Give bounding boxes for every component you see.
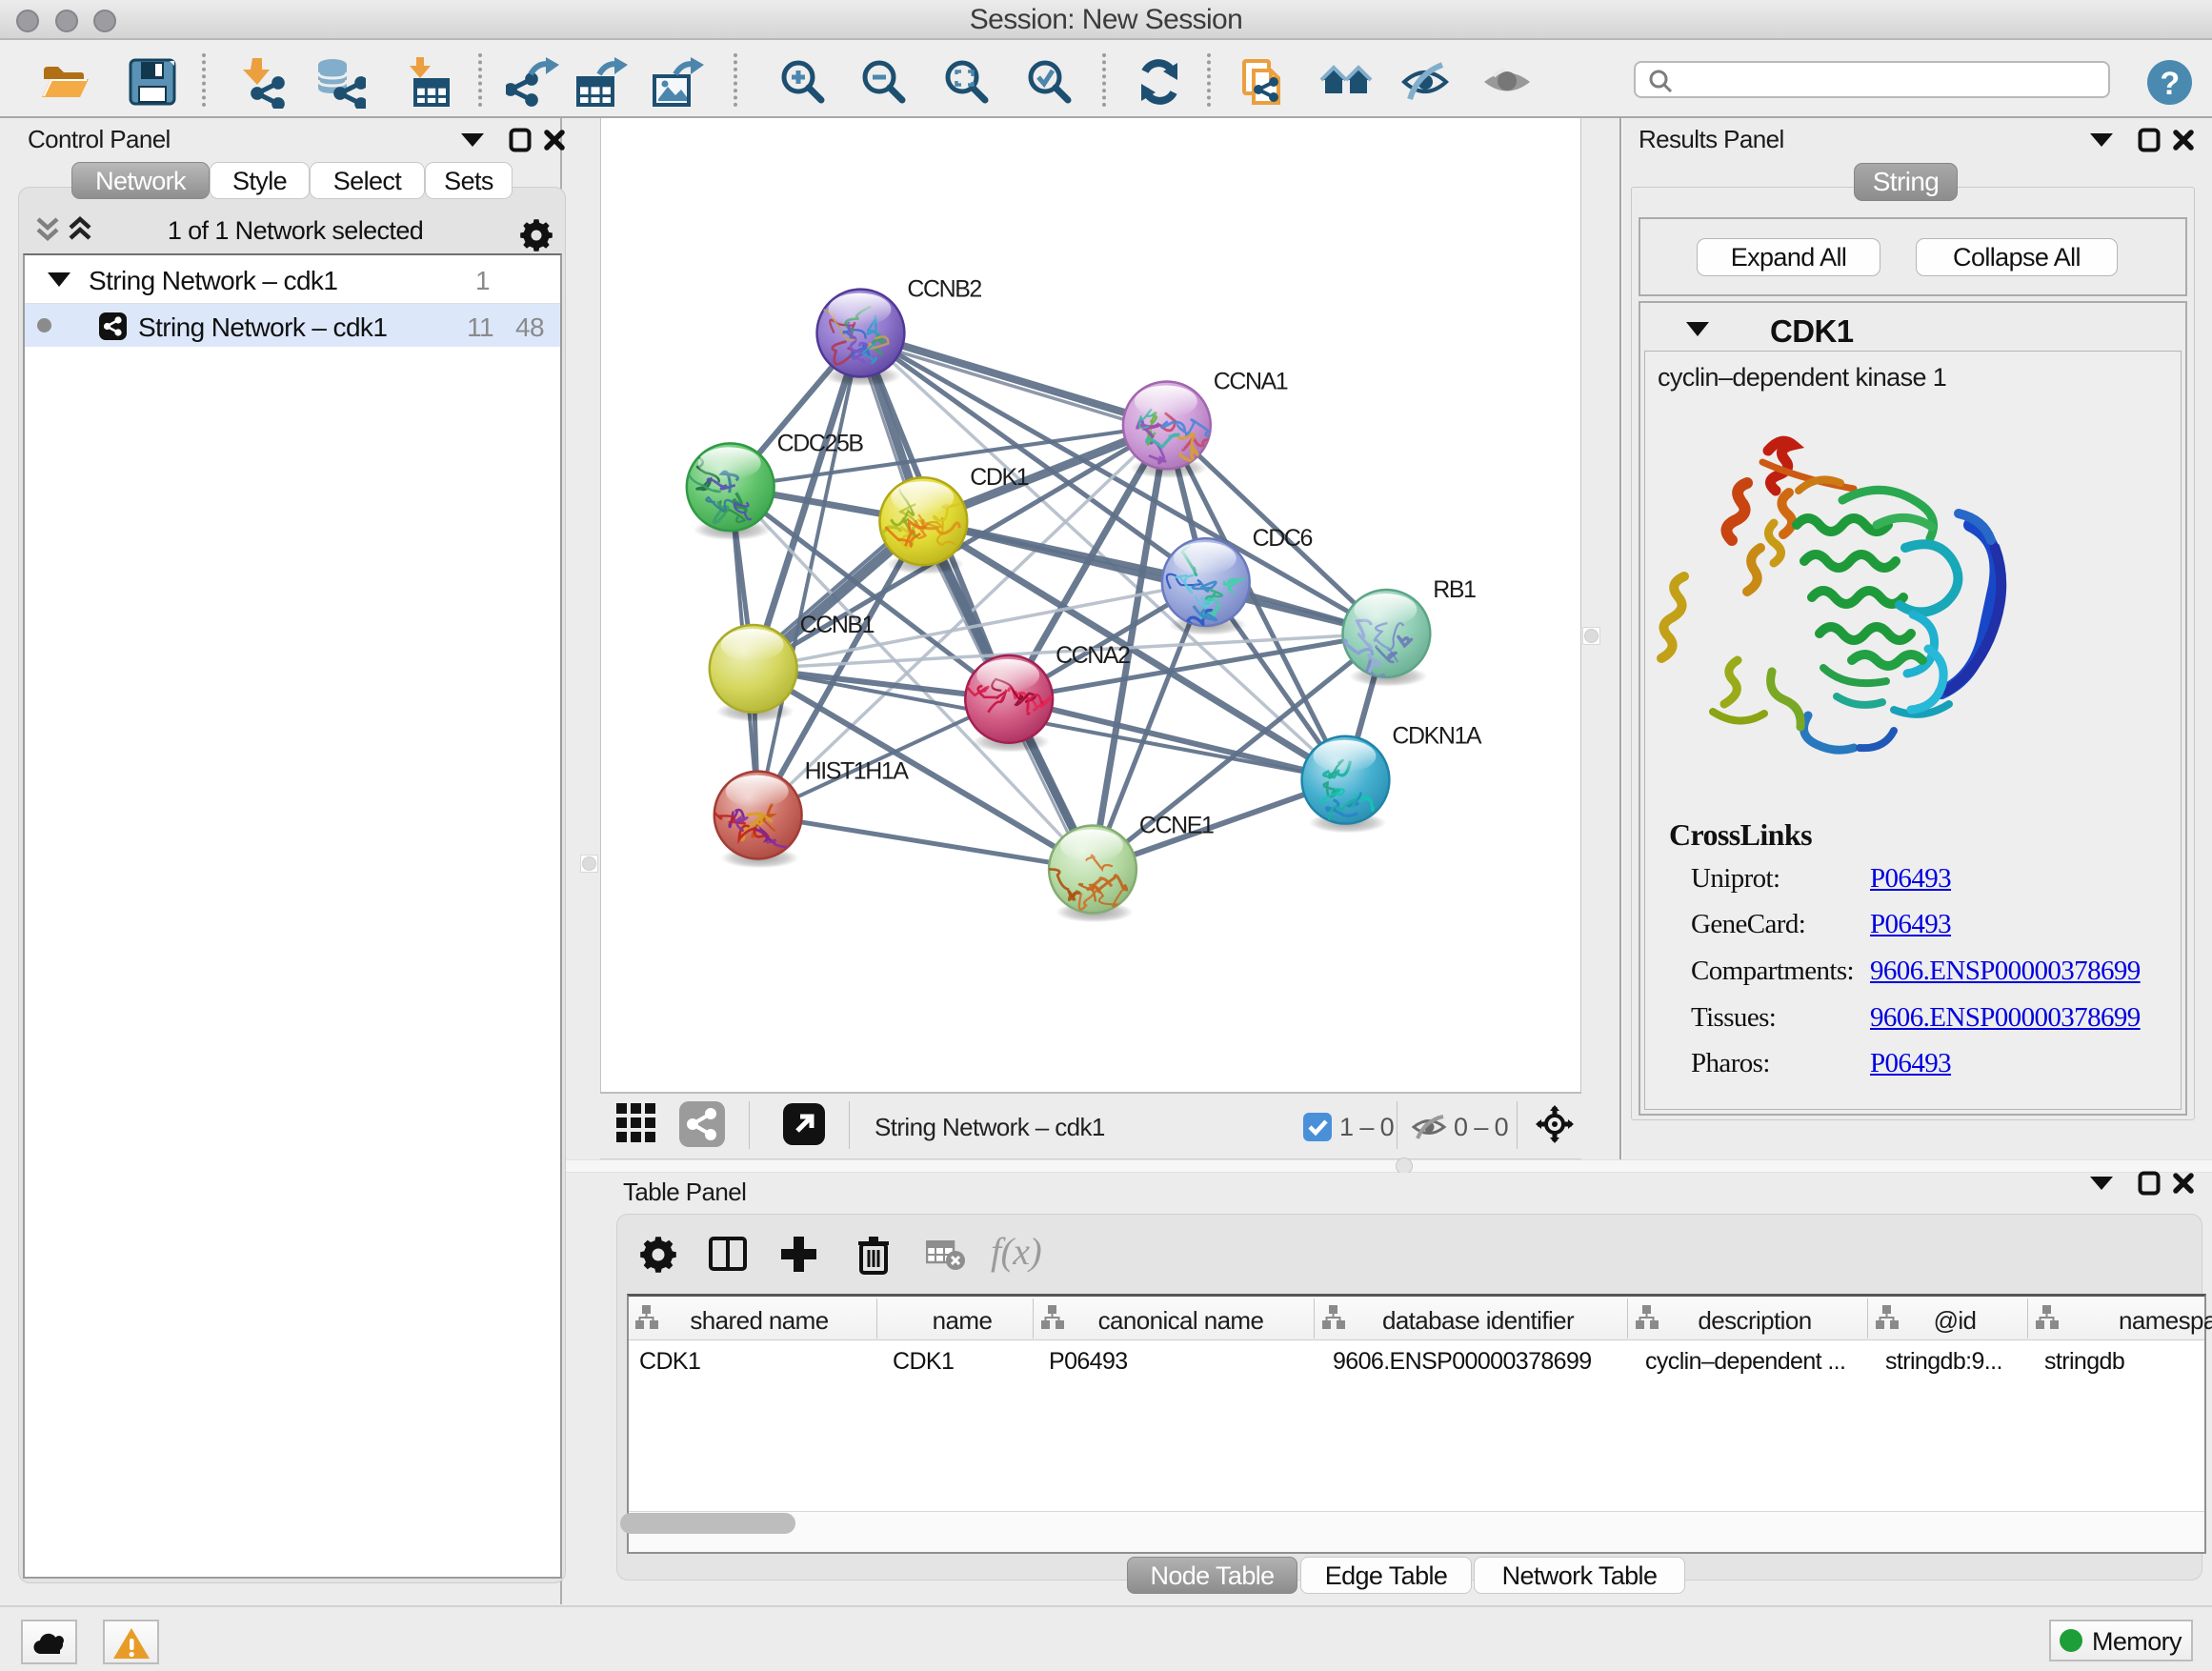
svg-text:RB1: RB1 xyxy=(1433,576,1476,603)
svg-text:CCNB1: CCNB1 xyxy=(800,612,875,638)
svg-text:CCNA1: CCNA1 xyxy=(1214,368,1288,394)
svg-text:HIST1H1A: HIST1H1A xyxy=(805,758,910,785)
svg-text:CDK1: CDK1 xyxy=(970,464,1028,491)
svg-text:CCNE1: CCNE1 xyxy=(1139,813,1214,839)
svg-text:CCNB2: CCNB2 xyxy=(907,276,981,303)
svg-text:CDC25B: CDC25B xyxy=(777,430,864,456)
svg-text:CDKN1A: CDKN1A xyxy=(1392,723,1482,750)
svg-text:CCNA2: CCNA2 xyxy=(1056,642,1130,669)
svg-text:CDC6: CDC6 xyxy=(1253,525,1313,552)
